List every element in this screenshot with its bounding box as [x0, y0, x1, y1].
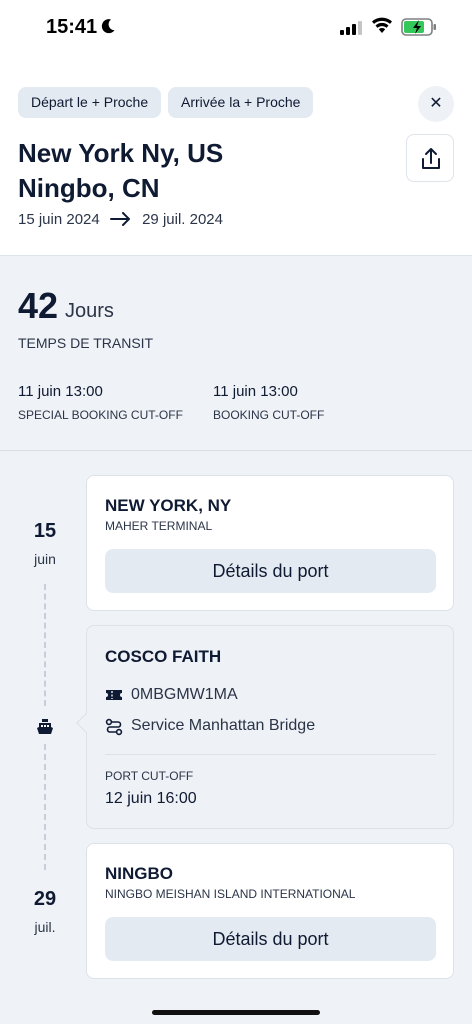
vessel-voyage-code: 0MBGMW1MA — [131, 686, 238, 703]
share-icon — [422, 148, 440, 169]
close-icon: ✕ — [429, 95, 443, 112]
origin-port-terminal: MAHER TERMINAL — [105, 519, 213, 533]
signal-icon — [340, 21, 362, 35]
transit-label: TEMPS DE TRANSIT — [18, 335, 154, 351]
filter-depart-button[interactable]: Départ le + Proche — [18, 87, 162, 118]
special-cutoff-value: 11 juin 13:00 — [18, 383, 103, 400]
home-indicator[interactable] — [152, 1010, 320, 1015]
vessel-name: COSCO FAITH — [105, 647, 222, 666]
destination-port-name: NINGBO — [105, 864, 173, 883]
close-button[interactable]: ✕ — [418, 86, 454, 122]
battery-charging-icon — [401, 18, 436, 36]
timeline-line — [44, 584, 46, 706]
destination-city: Ningbo, CN — [18, 173, 160, 203]
timeline-start-month: juin — [34, 551, 56, 567]
status-bar: 15:41 — [0, 0, 472, 56]
wifi-icon — [372, 17, 392, 33]
special-cutoff-label: SPECIAL BOOKING CUT-OFF — [18, 408, 183, 422]
booking-cutoff-value: 11 juin 13:00 — [213, 383, 298, 400]
route-icon — [105, 718, 123, 736]
moon-icon — [101, 19, 115, 34]
port-cutoff-value: 12 juin 16:00 — [105, 790, 197, 807]
route-dates: 15 juin 2024 29 juil. 2024 — [18, 211, 223, 228]
origin-port-name: NEW YORK, NY — [105, 496, 232, 515]
status-time: 15:41 — [46, 16, 98, 38]
ship-icon — [37, 719, 53, 734]
arrow-right-icon — [109, 212, 130, 226]
vessel-service-name: Service Manhattan Bridge — [131, 717, 316, 734]
header-panel: 15:41 Départ le + Proche Arrivée la + Pr… — [0, 0, 472, 256]
transit-days: 42 — [18, 285, 59, 326]
divider — [105, 754, 436, 755]
vessel-card-pointer — [76, 713, 96, 733]
transit-summary: 42 Jours TEMPS DE TRANSIT 11 juin 13:00 … — [0, 257, 472, 451]
filter-arrivee-button[interactable]: Arrivée la + Proche — [168, 87, 314, 118]
origin-port-card: NEW YORK, NY MAHER TERMINAL Détails du p… — [86, 475, 454, 611]
destination-port-terminal: NINGBO MEISHAN ISLAND INTERNATIONAL — [105, 887, 356, 901]
origin-city: New York Ny, US — [18, 138, 224, 168]
destination-port-details-button[interactable]: Détails du port — [105, 917, 436, 961]
vessel-card: COSCO FAITH 0MBGMW1MA Service Manhattan … — [76, 625, 454, 829]
destination-port-card: NINGBO NINGBO MEISHAN ISLAND INTERNATION… — [86, 843, 454, 979]
timeline-end-day: 29 — [33, 888, 57, 910]
date-start: 15 juin 2024 — [18, 211, 100, 228]
transit-days-unit: Jours — [65, 300, 114, 322]
origin-port-details-button[interactable]: Détails du port — [105, 549, 436, 593]
timeline-start-day: 15 — [33, 520, 57, 542]
ticket-icon — [106, 690, 122, 700]
timeline-line — [44, 744, 46, 870]
share-button[interactable] — [406, 134, 454, 182]
date-end: 29 juil. 2024 — [142, 211, 223, 228]
port-cutoff-label: PORT CUT-OFF — [105, 769, 194, 783]
timeline-end-month: juil. — [34, 919, 56, 935]
booking-cutoff-label: BOOKING CUT-OFF — [213, 408, 325, 422]
